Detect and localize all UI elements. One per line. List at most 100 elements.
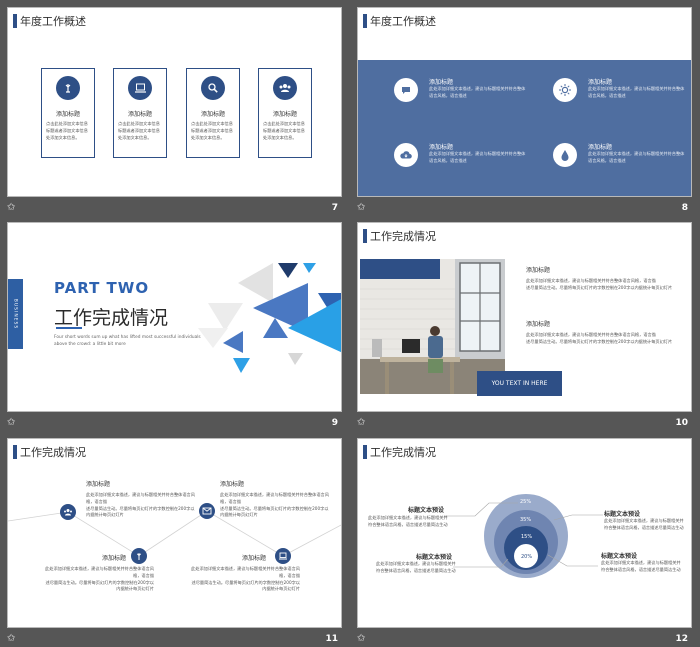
accent-bar	[360, 259, 440, 279]
block-title: 添加标题	[86, 481, 111, 488]
card-title: 添加标题	[272, 111, 297, 118]
card-text: 点击此处添加文本信息标题或者添加文本信息处添加文本信息。	[118, 121, 160, 140]
callout-line: 此处添加详细文本描述，建议与标题相关并	[601, 560, 681, 565]
block-text-line: 此处添加详细文本描述，建议与标题相关并符合整体语言风格，语言描	[45, 566, 154, 578]
cloud-icon	[394, 143, 418, 167]
title-underline	[56, 327, 82, 329]
slide-number: 9	[331, 418, 338, 428]
slide-header: 年度工作概述	[13, 13, 86, 29]
connector-lines	[8, 510, 341, 557]
part-label: PART TWO	[54, 279, 150, 297]
slide-canvas: 年度工作概述 添加标题 点击此处添加文本信息标题或者添加文本信息处添加文本信息。…	[7, 7, 342, 197]
header-accent	[13, 14, 17, 28]
feature-title: 添加标题	[588, 79, 613, 86]
search-icon	[201, 76, 225, 100]
feature-text: 此处添加详细文本描述，建议与标题相关并符合整体语言风格，语言描述	[588, 151, 685, 163]
block-text-line: 此处添加详细文本描述，建议与标题相关并符合整体语言风格，语言描	[526, 278, 656, 283]
laptop-icon	[128, 76, 152, 100]
feature-text: 此处添加详细文本描述，建议与标题相关并符合整体语言风格，语言描述	[429, 151, 526, 163]
text-block: 添加标题 此处添加详细文本描述，建议与标题相关并符合整体语言风格，语言描 述尽量…	[42, 553, 154, 593]
callout-line: 符合整体语言风格，语言描述尽量简洁生动	[368, 521, 448, 527]
callout-title: 标题文本预设	[601, 553, 638, 560]
text-block: 添加标题 此处添加详细文本描述，建议与标题相关并符合整体语言风格，语言描 述尽量…	[526, 319, 676, 346]
ring-label: 35%	[520, 517, 532, 523]
card-text: 点击此处添加文本信息标题或者添加文本信息处添加文本信息。	[46, 121, 88, 140]
slide-header: 工作完成情况	[363, 228, 436, 244]
animation-star-icon[interactable]: ✩	[357, 417, 365, 429]
callout-title: 标题文本预设	[416, 554, 453, 561]
header-accent	[363, 229, 367, 243]
callout-line: 符合整体语言风格，语言描述尽量简洁生动	[601, 566, 681, 572]
slide-number: 11	[325, 634, 338, 644]
callout-text: 此处添加详细文本描述，建议与标题相关并 符合整体语言风格，语言描述尽量简洁生动	[376, 561, 456, 575]
drop-icon	[553, 143, 577, 167]
block-text-line: 述尽量简洁生动。尽量将每页幻灯片的字数控制在200字以内据统计每页幻灯片	[86, 505, 195, 518]
feature-text: 此处添加详细文本描述，建议与标题相关并符合整体语言风格，语言描述	[588, 86, 685, 98]
block-text-line: 述尽量简洁生动。尽量将每页幻灯片的字数控制在200字以内据统计每页幻灯片	[191, 579, 301, 592]
slide-title: 年度工作概述	[20, 15, 86, 28]
feature-text: 此处添加详细文本描述，建议与标题相关并符合整体语言风格，语言描述	[429, 86, 526, 98]
card-title: 添加标题	[127, 111, 152, 118]
side-tab: BUSINESS	[8, 279, 23, 349]
text-block: 添加标题 此处添加详细文本描述，建议与标题相关并符合整体语言风格，语言描 述尽量…	[188, 553, 300, 593]
header-accent	[363, 14, 367, 28]
animation-star-icon[interactable]: ✩	[357, 633, 365, 645]
callout-label: 标题文本预设	[408, 505, 444, 514]
info-card: 添加标题 点击此处添加文本信息标题或者添加文本信息处添加文本信息。	[113, 68, 167, 158]
block-text-line: 此处添加详细文本描述，建议与标题相关并符合整体语言风格，语言描	[86, 492, 195, 504]
chat-icon	[394, 78, 418, 102]
callout-line: 符合整体语言风格，语言描述尽量简洁生动	[604, 524, 684, 530]
animation-star-icon[interactable]: ✩	[357, 202, 365, 214]
slide-canvas: 工作完成情况 25% 35% 15% 20% 标题文本预设 此处添加详细文本描述…	[357, 438, 692, 628]
slide-number: 12	[675, 634, 688, 644]
slide-canvas: BUSINESS PART TWO 工作完成情况 Four short word…	[7, 222, 342, 412]
callout-text: 此处添加详细文本描述，建议与标题相关并 符合整体语言风格，语言描述尽量简洁生动	[368, 515, 448, 529]
callout-title: 标题文本预设	[408, 507, 445, 514]
callout-line: 此处添加详细文本描述，建议与标题相关并	[368, 515, 448, 520]
callout-label: 标题文本预设 此处添加详细文本描述，建议与标题相关并 符合整体语言风格，语言描述…	[601, 551, 681, 574]
feature-title: 添加标题	[429, 79, 454, 86]
text-block: 添加标题 此处添加详细文本描述，建议与标题相关并符合整体语言风格，语言描 述尽量…	[220, 479, 332, 519]
card-title: 添加标题	[55, 111, 80, 118]
slide-header: 年度工作概述	[363, 13, 436, 29]
callout-label: 标题文本预设	[416, 552, 452, 561]
feature-title: 添加标题	[429, 144, 454, 151]
people-icon	[60, 504, 76, 520]
ring-label: 15%	[521, 534, 533, 540]
slide-canvas: 工作完成情况 YOU TEXT IN HERE 添加标题 此处添加详细文本描述，…	[357, 222, 692, 412]
block-title: 添加标题	[101, 555, 126, 562]
block-title: 添加标题	[526, 321, 551, 328]
slide-canvas: 工作完成情况 添加标题 此处添加详细文本描述，建议与标题相关并符合整体语言风格，…	[7, 438, 342, 628]
card-title: 添加标题	[200, 111, 225, 118]
blue-band: 添加标题 此处添加详细文本描述，建议与标题相关并符合整体语言风格，语言描述 添加…	[358, 60, 691, 196]
callout-line: 此处添加详细文本描述，建议与标题相关并	[604, 518, 684, 523]
section-subtitle: Four short words sum up what has lifted …	[54, 335, 201, 347]
slide-title: 工作完成情况	[370, 230, 436, 243]
callout-line: 符合整体语言风格，语言描述尽量简洁生动	[376, 567, 456, 573]
text-block: 添加标题 此处添加详细文本描述，建议与标题相关并符合整体语言风格，语言描 述尽量…	[526, 265, 676, 292]
callout-label: 标题文本预设 此处添加详细文本描述，建议与标题相关并 符合整体语言风格，语言描述…	[604, 509, 684, 532]
sun-icon	[553, 78, 577, 102]
ring-label: 20%	[521, 554, 533, 560]
animation-star-icon[interactable]: ✩	[7, 202, 15, 214]
callout-button[interactable]: YOU TEXT IN HERE	[477, 371, 562, 396]
block-text-line: 此处添加详细文本描述，建议与标题相关并符合整体语言风格，语言描	[191, 566, 300, 578]
slide-number: 10	[675, 418, 688, 428]
info-card: 添加标题 点击此处添加文本信息标题或者添加文本信息处添加文本信息。	[258, 68, 312, 158]
info-card: 添加标题 点击此处添加文本信息标题或者添加文本信息处添加文本信息。	[41, 68, 95, 158]
text-block: 添加标题 此处添加详细文本描述，建议与标题相关并符合整体语言风格，语言描 述尽量…	[86, 479, 198, 519]
block-text-line: 述尽量简洁生动。尽量将每页幻灯片的字数控制在200字以内据统计每页幻灯片	[526, 284, 673, 290]
card-text: 点击此处添加文本信息标题或者添加文本信息处添加文本信息。	[263, 121, 305, 140]
mail-icon	[199, 503, 215, 519]
block-text-line: 述尽量简洁生动。尽量将每页幻灯片的字数控制在200字以内据统计每页幻灯片	[526, 338, 673, 344]
animation-star-icon[interactable]: ✩	[7, 417, 15, 429]
block-title: 添加标题	[241, 555, 266, 562]
block-text-line: 此处添加详细文本描述，建议与标题相关并符合整体语言风格，语言描	[220, 492, 329, 504]
card-text: 点击此处添加文本信息标题或者添加文本信息处添加文本信息。	[191, 121, 233, 140]
callout-title: 标题文本预设	[604, 511, 641, 518]
block-title: 添加标题	[220, 481, 245, 488]
people-icon	[273, 76, 297, 100]
animation-star-icon[interactable]: ✩	[7, 633, 15, 645]
triangle-graphic	[198, 263, 341, 373]
block-title: 添加标题	[526, 267, 551, 274]
